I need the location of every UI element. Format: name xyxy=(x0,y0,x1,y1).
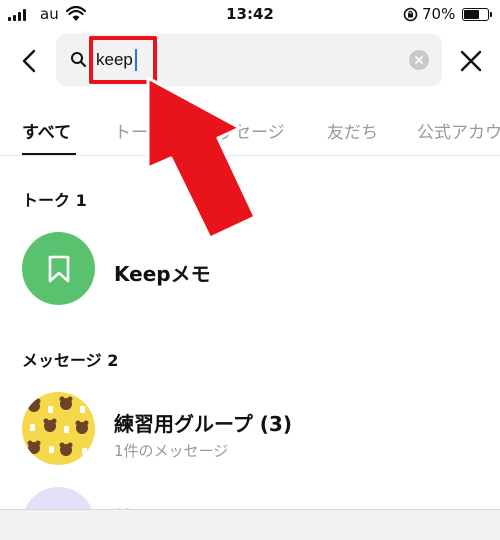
list-item-title: 練習用グループ (3) xyxy=(114,412,292,436)
avatar xyxy=(22,392,95,465)
status-bar: au 13:42 70% xyxy=(0,0,500,28)
section-title-talk: トーク 1 xyxy=(22,191,87,210)
bear-pattern-icon xyxy=(27,396,89,456)
tab-talk[interactable]: トーク xyxy=(114,118,165,143)
active-tab-indicator xyxy=(22,153,76,155)
section-title-messages: メッセージ 2 xyxy=(22,351,119,370)
search-icon xyxy=(71,52,87,68)
search-tabs: すべて トーク メッセージ 友だち 公式アカウ xyxy=(0,110,500,156)
tab-all[interactable]: すべて xyxy=(22,118,71,143)
clear-icon xyxy=(415,56,423,64)
list-item-subtitle: 1件のメッセージ xyxy=(114,442,229,460)
avatar xyxy=(22,232,95,305)
battery-percent: 70% xyxy=(422,5,456,23)
highlight-box xyxy=(89,36,157,84)
back-icon xyxy=(22,49,36,73)
back-button[interactable] xyxy=(14,44,44,78)
list-item-practice-group[interactable]: 練習用グループ (3) 1件のメッセージ xyxy=(0,382,500,472)
bottom-toolbar xyxy=(0,509,500,540)
clear-button[interactable] xyxy=(409,50,429,70)
battery-icon xyxy=(462,8,492,21)
tab-official-accounts[interactable]: 公式アカウ xyxy=(417,118,500,143)
tab-friends[interactable]: 友だち xyxy=(327,118,378,143)
bookmark-icon xyxy=(48,255,69,282)
close-icon xyxy=(460,50,482,72)
tab-messages[interactable]: メッセージ xyxy=(200,118,285,143)
rotation-lock-icon xyxy=(403,7,418,22)
close-button[interactable] xyxy=(456,44,486,78)
list-item-keep-memo[interactable]: Keepメモ xyxy=(0,222,500,312)
list-item-title: Keepメモ xyxy=(114,262,211,286)
